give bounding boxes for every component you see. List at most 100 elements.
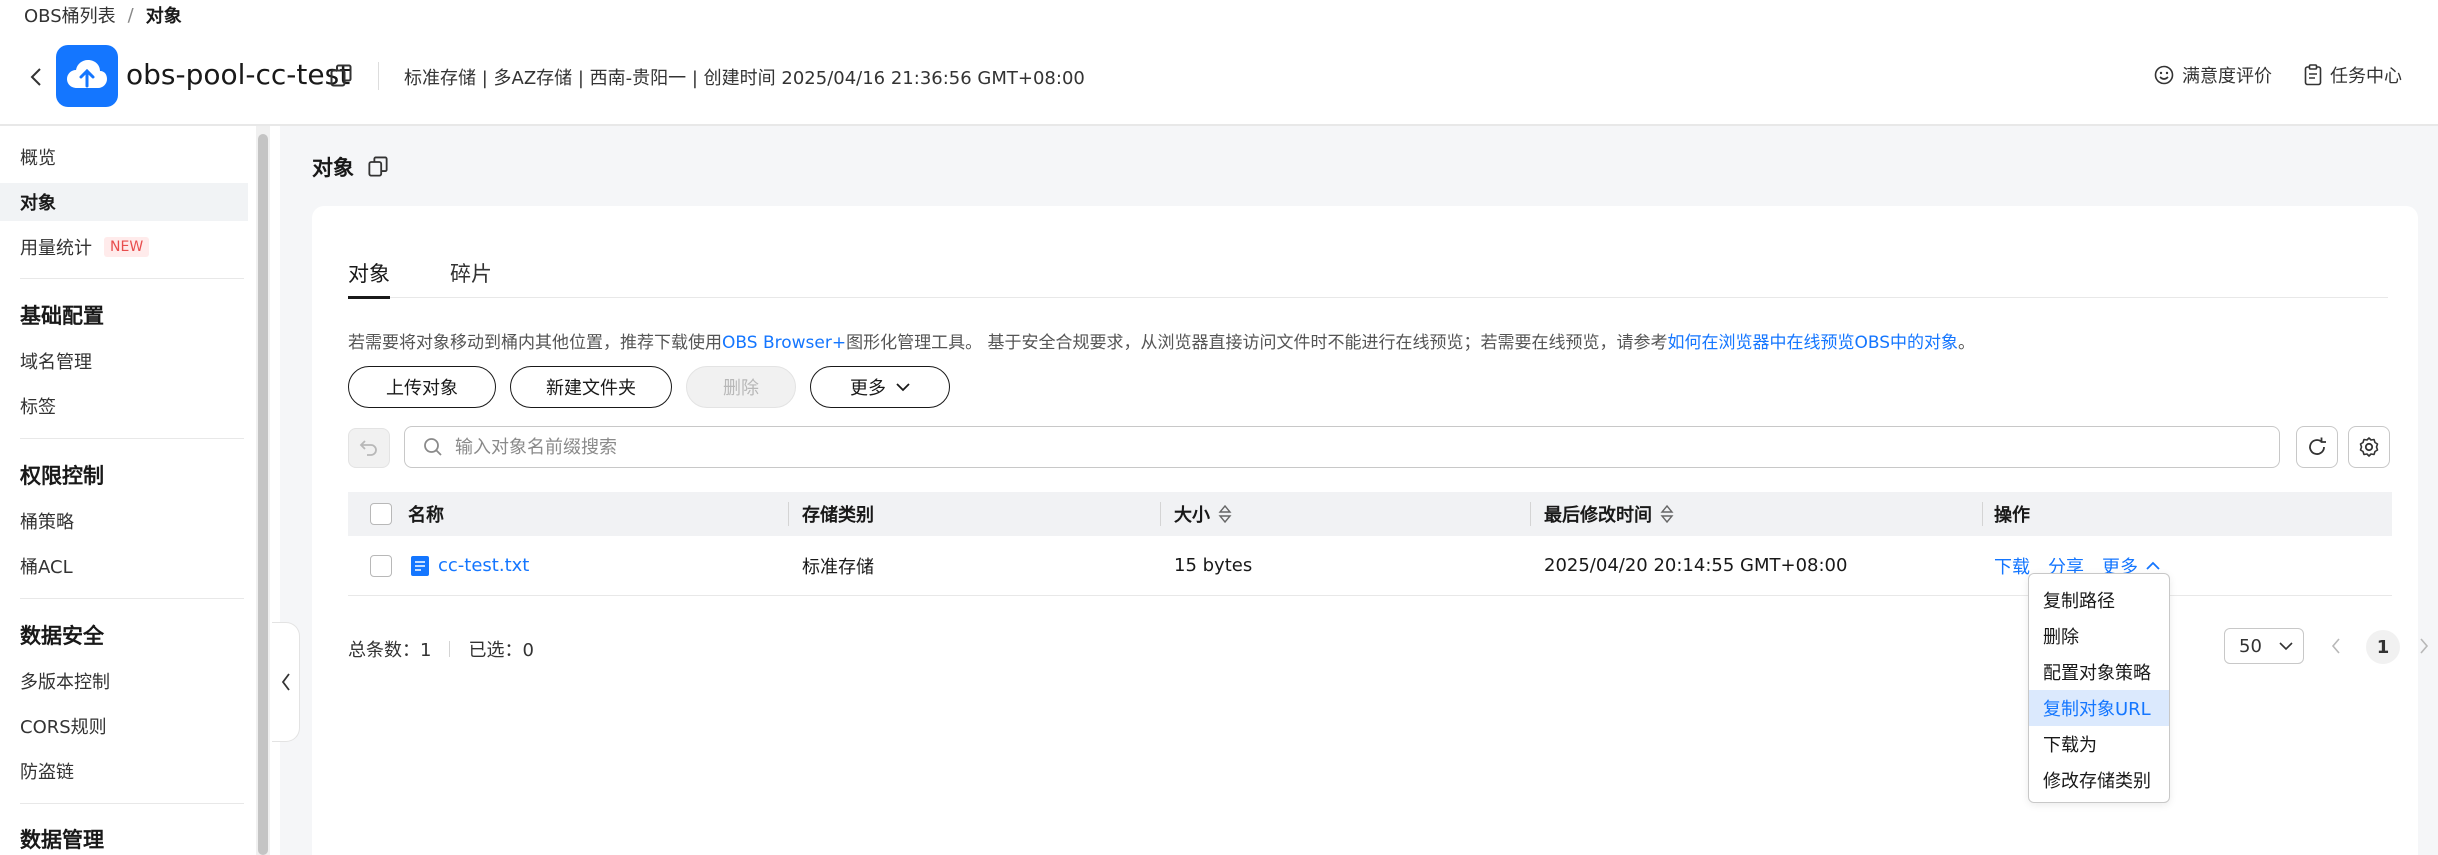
sidebar-item-objects[interactable]: 对象 (0, 183, 248, 221)
sidebar-item-versioning[interactable]: 多版本控制 (0, 662, 248, 700)
menu-item-download-as[interactable]: 下载为 (2029, 726, 2169, 762)
page-size-select[interactable]: 50 (2224, 628, 2304, 664)
refresh-button[interactable] (2296, 426, 2338, 468)
preview-help-link[interactable]: 如何在浏览器中在线预览OBS中的对象 (1667, 333, 1958, 353)
page-title-text: 对象 (312, 156, 354, 180)
sidebar-item-cors[interactable]: CORS规则 (0, 707, 248, 745)
menu-item-copy-path[interactable]: 复制路径 (2029, 582, 2169, 618)
object-name-cell: cc-test.txt (410, 536, 529, 595)
column-header-ops: 操作 (1994, 505, 2030, 526)
tab-objects[interactable]: 对象 (348, 250, 390, 299)
object-name-link[interactable]: cc-test.txt (438, 555, 529, 576)
row-checkbox[interactable] (370, 554, 392, 577)
sidebar-item-bucket-acl[interactable]: 桶ACL (0, 547, 248, 585)
upload-object-button[interactable]: 上传对象 (348, 366, 496, 408)
file-icon (411, 555, 429, 576)
column-header-modified[interactable]: 最后修改时间 (1544, 492, 1674, 536)
copy-icon[interactable] (368, 156, 388, 178)
tip-text-part: 若需要将对象移动到桶内其他位置，推荐下载使用 (348, 333, 722, 353)
total-value: 1 (420, 640, 432, 661)
tip-text-part: 。 (1958, 333, 1976, 353)
menu-item-delete[interactable]: 删除 (2029, 618, 2169, 654)
sort-icon (1660, 505, 1674, 523)
more-actions-label: 更多 (850, 378, 886, 399)
menu-item-change-storage-class[interactable]: 修改存储类别 (2029, 762, 2169, 798)
sidebar-item-label: 防盗链 (20, 762, 74, 783)
clipboard-icon (2304, 64, 2322, 86)
column-header-size[interactable]: 大小 (1174, 492, 1232, 536)
sidebar-divider (20, 598, 244, 599)
undo-icon (359, 440, 377, 456)
sidebar-item-usage[interactable]: 用量统计 NEW (0, 228, 248, 266)
search-row (348, 426, 2390, 470)
bucket-logo (56, 45, 118, 107)
sidebar-item-bucket-policy[interactable]: 桶策略 (0, 502, 248, 540)
chevron-left-icon (2331, 638, 2340, 654)
sidebar-collapse-button[interactable] (272, 622, 300, 742)
menu-item-copy-url[interactable]: 复制对象URL (2029, 690, 2169, 726)
sidebar-scrollbar[interactable] (256, 126, 270, 855)
satisfaction-button[interactable]: 满意度评价 (2154, 62, 2272, 88)
selected-count: 已选：0 (468, 636, 533, 662)
chevron-right-icon (2420, 638, 2429, 654)
search-box (404, 426, 2280, 468)
storage-class-cell: 标准存储 (802, 556, 874, 578)
search-icon (424, 438, 442, 456)
download-link[interactable]: 下载 (1994, 553, 2030, 579)
refresh-icon (2309, 437, 2326, 455)
sidebar-item-label: 概览 (20, 148, 56, 169)
task-center-button[interactable]: 任务中心 (2304, 62, 2402, 88)
new-folder-button[interactable]: 新建文件夹 (510, 366, 672, 408)
column-divider (1530, 502, 1531, 526)
obs-browser-link[interactable]: OBS Browser+ (722, 333, 846, 353)
gear-icon (2359, 437, 2379, 457)
bucket-header: obs-pool-cc-test 标准存储 | 多AZ存储 | 西南-贵阳一 |… (0, 40, 2438, 114)
select-all-checkbox[interactable] (370, 503, 392, 525)
sidebar-item-label: 对象 (20, 193, 56, 214)
tip-text-part: 图形化管理工具。 基于安全合规要求，从浏览器直接访问文件时不能进行在线预览；若需… (846, 333, 1668, 353)
breadcrumb-parent[interactable]: OBS桶列表 (24, 2, 116, 28)
page-size-value: 50 (2239, 635, 2262, 657)
sidebar-divider (20, 803, 244, 804)
sidebar-item-label: 桶策略 (20, 512, 74, 533)
sidebar-item-overview[interactable]: 概览 (0, 138, 248, 176)
delete-button[interactable]: 删除 (686, 366, 796, 408)
column-divider (1982, 502, 1983, 526)
sidebar-item-hotlink[interactable]: 防盗链 (0, 752, 248, 790)
footer-divider (449, 641, 451, 657)
next-page-button[interactable] (2410, 632, 2438, 660)
settings-button[interactable] (2348, 426, 2390, 468)
bucket-name: obs-pool-cc-test (126, 58, 351, 91)
sidebar-item-domain[interactable]: 域名管理 (0, 342, 248, 380)
sidebar-group-title: 权限控制 (20, 464, 104, 488)
sidebar-item-tags[interactable]: 标签 (0, 387, 248, 425)
column-header-storage-class: 存储类别 (802, 505, 874, 526)
scrollbar-thumb[interactable] (258, 134, 268, 855)
header-divider (378, 62, 379, 90)
more-actions-button[interactable]: 更多 (810, 366, 950, 408)
sort-icon (1218, 505, 1232, 523)
column-header-name: 名称 (408, 505, 444, 526)
sidebar-group-title: 基础配置 (20, 304, 104, 328)
copy-bucket-name-button[interactable] (330, 64, 354, 90)
table-header: 名称 存储类别 大小 最后修改时间 操作 (348, 492, 2392, 536)
back-to-parent-button[interactable] (348, 428, 390, 468)
back-button[interactable] (26, 62, 46, 92)
chevron-up-icon (2146, 561, 2160, 570)
column-divider (1160, 502, 1161, 526)
prev-page-button[interactable] (2322, 632, 2350, 660)
sidebar-item-label: 用量统计 (20, 238, 92, 259)
search-input[interactable] (455, 436, 2255, 458)
bucket-meta: 标准存储 | 多AZ存储 | 西南-贵阳一 | 创建时间 2025/04/16 … (404, 68, 1085, 89)
menu-item-object-policy[interactable]: 配置对象策略 (2029, 654, 2169, 690)
sidebar-group-title: 数据安全 (20, 624, 104, 648)
smile-icon (2154, 65, 2174, 85)
column-divider (788, 502, 789, 526)
page-number-current[interactable]: 1 (2366, 630, 2400, 664)
breadcrumb-current: 对象 (145, 6, 182, 27)
sidebar-divider (20, 438, 244, 439)
sidebar-divider (20, 278, 244, 279)
total-count: 总条数：1 (348, 636, 431, 662)
copy-icon (330, 64, 352, 87)
tab-fragments[interactable]: 碎片 (450, 250, 492, 298)
